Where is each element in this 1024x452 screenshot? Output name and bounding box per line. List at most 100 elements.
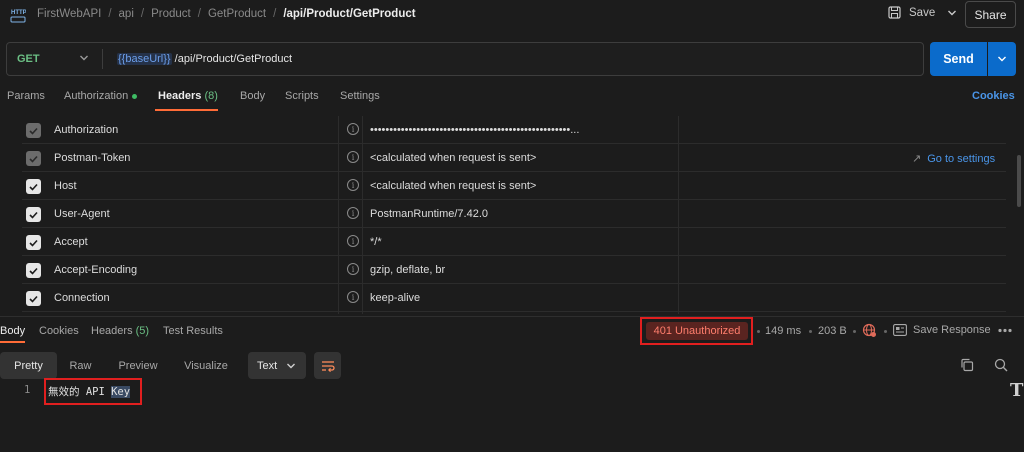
header-checkbox[interactable] <box>26 263 41 278</box>
response-time[interactable]: 149 ms <box>765 325 801 337</box>
top-bar: HTTP FirstWebAPI / api / Product / GetPr… <box>0 0 1024 32</box>
response-tab-test-results[interactable]: Test Results <box>163 325 223 337</box>
send-button[interactable]: Send <box>930 42 987 76</box>
save-response-label: Save Response <box>913 324 991 336</box>
url-input[interactable]: {{baseUrl}} /api/Product/GetProduct <box>117 53 292 65</box>
tab-authorization[interactable]: Authorization <box>64 90 138 102</box>
chevron-down-icon[interactable] <box>947 9 957 17</box>
info-icon[interactable]: i <box>347 291 359 303</box>
text-cursor-icon: T <box>1010 380 1024 401</box>
network-globe-icon[interactable] <box>862 323 877 338</box>
url-bar: GET {{baseUrl}} /api/Product/GetProduct <box>6 42 924 76</box>
table-row: Postman-Token i <calculated when request… <box>22 144 1006 172</box>
table-row: Authorization i ••••••••••••••••••••••••… <box>22 116 1006 144</box>
format-label: Text <box>257 359 278 372</box>
body-highlight-box <box>44 378 142 405</box>
view-tab-visualize[interactable]: Visualize <box>172 352 240 379</box>
header-key: Postman-Token <box>54 152 131 164</box>
request-tabs: Params Authorization Headers (8) Body Sc… <box>0 84 1024 110</box>
response-tab-headers-label: Headers <box>91 325 133 337</box>
breadcrumb-folder-product[interactable]: Product <box>151 8 191 20</box>
tab-body[interactable]: Body <box>240 90 265 102</box>
header-value: PostmanRuntime/7.42.0 <box>370 208 489 220</box>
go-to-settings-link[interactable]: ↗ Go to settings <box>912 152 995 165</box>
tab-headers[interactable]: Headers (8) <box>158 90 218 102</box>
checkmark-icon <box>29 127 38 135</box>
share-button[interactable]: Share <box>965 1 1016 28</box>
header-checkbox[interactable] <box>26 151 41 166</box>
cookies-link[interactable]: Cookies <box>972 90 1015 102</box>
format-select[interactable]: Text <box>248 352 306 379</box>
breadcrumb: FirstWebAPI / api / Product / GetProduct… <box>37 8 416 20</box>
info-icon[interactable]: i <box>347 179 359 191</box>
breadcrumb-collection[interactable]: FirstWebAPI <box>37 8 101 20</box>
header-checkbox[interactable] <box>26 207 41 222</box>
header-checkbox[interactable] <box>26 291 41 306</box>
header-value: */* <box>370 236 382 248</box>
view-tab-raw[interactable]: Raw <box>57 352 104 379</box>
save-button[interactable]: Save <box>888 6 957 19</box>
header-checkbox[interactable] <box>26 235 41 250</box>
search-icon[interactable] <box>994 358 1008 372</box>
table-row: User-Agent i PostmanRuntime/7.42.0 <box>22 200 1006 228</box>
chevron-down-icon <box>998 56 1006 62</box>
breadcrumb-folder-getproduct[interactable]: GetProduct <box>208 8 266 20</box>
header-key: Host <box>54 180 77 192</box>
info-icon[interactable]: i <box>347 207 359 219</box>
separator-dot <box>884 330 887 333</box>
table-row: Accept-Encoding i gzip, deflate, br <box>22 256 1006 284</box>
separator-dot <box>809 330 812 333</box>
info-icon[interactable]: i <box>347 123 359 135</box>
view-tab-preview[interactable]: Preview <box>106 352 170 379</box>
request-name[interactable]: /api/Product/GetProduct <box>283 8 415 20</box>
table-row: Connection i keep-alive <box>22 284 1006 312</box>
svg-text:HTTP: HTTP <box>11 10 26 16</box>
response-tab-body[interactable]: Body <box>0 325 25 337</box>
save-icon <box>888 6 901 19</box>
headers-table: Authorization i ••••••••••••••••••••••••… <box>22 116 1006 314</box>
response-headers-count: (5) <box>135 325 150 337</box>
tab-settings[interactable]: Settings <box>340 90 380 102</box>
response-tab-headers[interactable]: Headers (5) <box>91 325 149 337</box>
response-tab-cookies[interactable]: Cookies <box>39 325 79 337</box>
line-number: 1 <box>24 384 31 396</box>
method-select[interactable]: GET <box>7 43 102 75</box>
header-value: keep-alive <box>370 292 421 304</box>
tab-headers-label: Headers <box>158 90 202 102</box>
send-options-button[interactable] <box>988 42 1016 76</box>
scrollbar[interactable] <box>1017 155 1021 207</box>
info-icon[interactable]: i <box>347 235 359 247</box>
separator-dot <box>853 330 856 333</box>
active-tab-indicator <box>155 109 218 111</box>
tab-params[interactable]: Params <box>7 90 45 102</box>
tab-scripts[interactable]: Scripts <box>285 90 319 102</box>
copy-icon[interactable] <box>960 358 974 372</box>
header-checkbox[interactable] <box>26 123 41 138</box>
divider <box>102 49 103 69</box>
wrap-lines-button[interactable] <box>314 352 341 379</box>
active-tab-indicator <box>0 341 25 343</box>
breadcrumb-separator: / <box>197 8 201 20</box>
info-icon[interactable]: i <box>347 263 359 275</box>
header-checkbox[interactable] <box>26 179 41 194</box>
checkmark-icon <box>29 183 38 191</box>
http-request-icon: HTTP <box>10 10 26 23</box>
method-label: GET <box>17 53 40 65</box>
breadcrumb-folder-api[interactable]: api <box>119 8 134 20</box>
separator-dot <box>757 330 760 333</box>
info-icon[interactable]: i <box>347 151 359 163</box>
header-key: User-Agent <box>54 208 110 220</box>
response-size[interactable]: 203 B <box>818 325 847 337</box>
go-to-settings-label: Go to settings <box>927 153 996 165</box>
status-badge[interactable]: 401 Unauthorized <box>646 322 748 340</box>
checkmark-icon <box>29 295 38 303</box>
more-options-icon[interactable] <box>998 328 1012 333</box>
save-label: Save <box>909 6 936 19</box>
header-value: <calculated when request is sent> <box>370 180 537 192</box>
view-tab-pretty[interactable]: Pretty <box>0 352 57 379</box>
pane-divider[interactable] <box>0 316 1024 317</box>
checkmark-icon <box>29 211 38 219</box>
wrap-lines-icon <box>321 360 335 372</box>
save-response-button[interactable]: Save Response <box>893 324 991 336</box>
breadcrumb-separator: / <box>273 8 277 20</box>
